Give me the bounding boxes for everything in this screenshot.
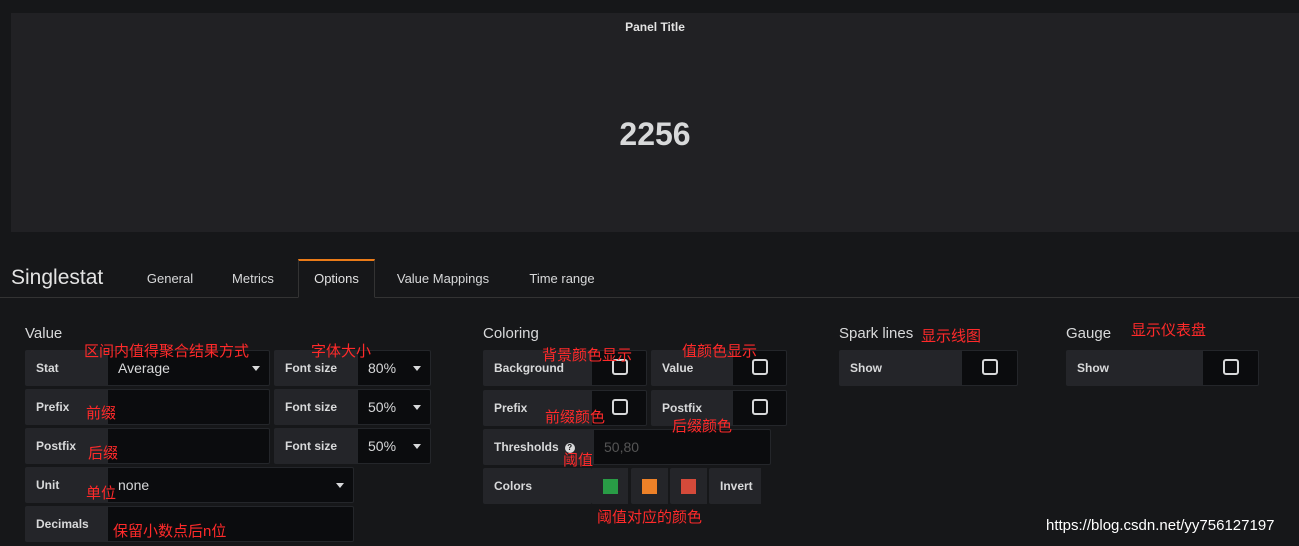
unit-select-value: none	[118, 477, 150, 493]
postfix-font-size-label: Font size	[274, 428, 357, 464]
editor-title: Singlestat	[11, 266, 104, 289]
annotation-gauge: 显示仪表盘	[1131, 322, 1207, 339]
annotation-unit: 单位	[86, 485, 117, 502]
color-picker-critical[interactable]	[670, 468, 707, 504]
tab-time-range[interactable]: Time range	[511, 259, 613, 298]
chevron-down-icon	[413, 405, 421, 410]
checkbox-icon	[612, 399, 628, 415]
color-swatch-orange	[642, 479, 657, 494]
postfix-color-toggle[interactable]	[732, 390, 787, 426]
color-swatch-red	[681, 479, 696, 494]
chevron-down-icon	[336, 483, 344, 488]
annotation-font-size: 字体大小	[311, 343, 372, 360]
prefix-input[interactable]	[107, 389, 270, 425]
thresholds-label-text: Thresholds	[494, 440, 559, 454]
colors-label: Colors	[483, 468, 591, 504]
thresholds-placeholder: 50,80	[604, 439, 640, 455]
postfix-input[interactable]	[107, 428, 270, 464]
color-swatch-green	[603, 479, 618, 494]
tab-general[interactable]: General	[131, 259, 209, 298]
color-picker-ok[interactable]	[591, 468, 628, 504]
invert-button[interactable]: Invert	[709, 468, 761, 504]
chevron-down-icon	[413, 366, 421, 371]
prefix-font-size-value: 50%	[368, 399, 397, 415]
gauge-section-title: Gauge	[1066, 325, 1112, 342]
checkbox-icon	[1223, 359, 1239, 375]
postfix-font-size-select[interactable]: 50%	[357, 428, 431, 464]
tab-options[interactable]: Options	[298, 259, 375, 298]
value-section-title: Value	[25, 325, 63, 342]
annotation-decimals: 保留小数点后n位	[113, 523, 227, 540]
gauge-show-toggle[interactable]	[1202, 350, 1259, 386]
chevron-down-icon	[413, 444, 421, 449]
annotation-thresholds: 阈值	[563, 452, 594, 469]
gauge-show-label: Show	[1066, 350, 1202, 386]
sparklines-show-toggle[interactable]	[961, 350, 1018, 386]
annotation-postfix-color: 后缀颜色	[672, 418, 733, 435]
sparklines-section-title: Spark lines	[839, 325, 914, 342]
postfix-font-size-value: 50%	[368, 438, 397, 454]
coloring-section-title: Coloring	[483, 325, 539, 342]
tab-metrics[interactable]: Metrics	[215, 259, 291, 298]
annotation-prefix: 前缀	[86, 405, 117, 422]
panel-preview: Panel Title 2256	[11, 13, 1299, 232]
prefix-font-size-label: Font size	[274, 389, 357, 425]
color-picker-warning[interactable]	[631, 468, 668, 504]
annotation-sparklines: 显示线图	[921, 328, 982, 345]
chevron-down-icon	[252, 366, 260, 371]
tab-value-mappings[interactable]: Value Mappings	[383, 259, 503, 298]
checkbox-icon	[752, 359, 768, 375]
checkbox-icon	[982, 359, 998, 375]
panel-title[interactable]: Panel Title	[11, 20, 1299, 34]
watermark: https://blog.csdn.net/yy756127197	[1046, 517, 1275, 534]
unit-select[interactable]: none	[107, 467, 354, 503]
annotation-threshold-colors: 阈值对应的颜色	[597, 509, 703, 526]
decimals-label: Decimals	[25, 506, 107, 542]
stat-select-value: Average	[118, 360, 170, 376]
prefix-font-size-select[interactable]: 50%	[357, 389, 431, 425]
annotation-background: 背景颜色显示	[542, 347, 633, 364]
annotation-stat: 区间内值得聚合结果方式	[84, 343, 250, 360]
checkbox-icon	[752, 399, 768, 415]
sparklines-show-label: Show	[839, 350, 961, 386]
annotation-postfix: 后缀	[88, 445, 119, 462]
annotation-prefix-color: 前缀颜色	[545, 409, 606, 426]
stat-font-size-value: 80%	[368, 360, 397, 376]
annotation-value-color: 值颜色显示	[682, 343, 758, 360]
singlestat-value: 2256	[619, 116, 691, 152]
